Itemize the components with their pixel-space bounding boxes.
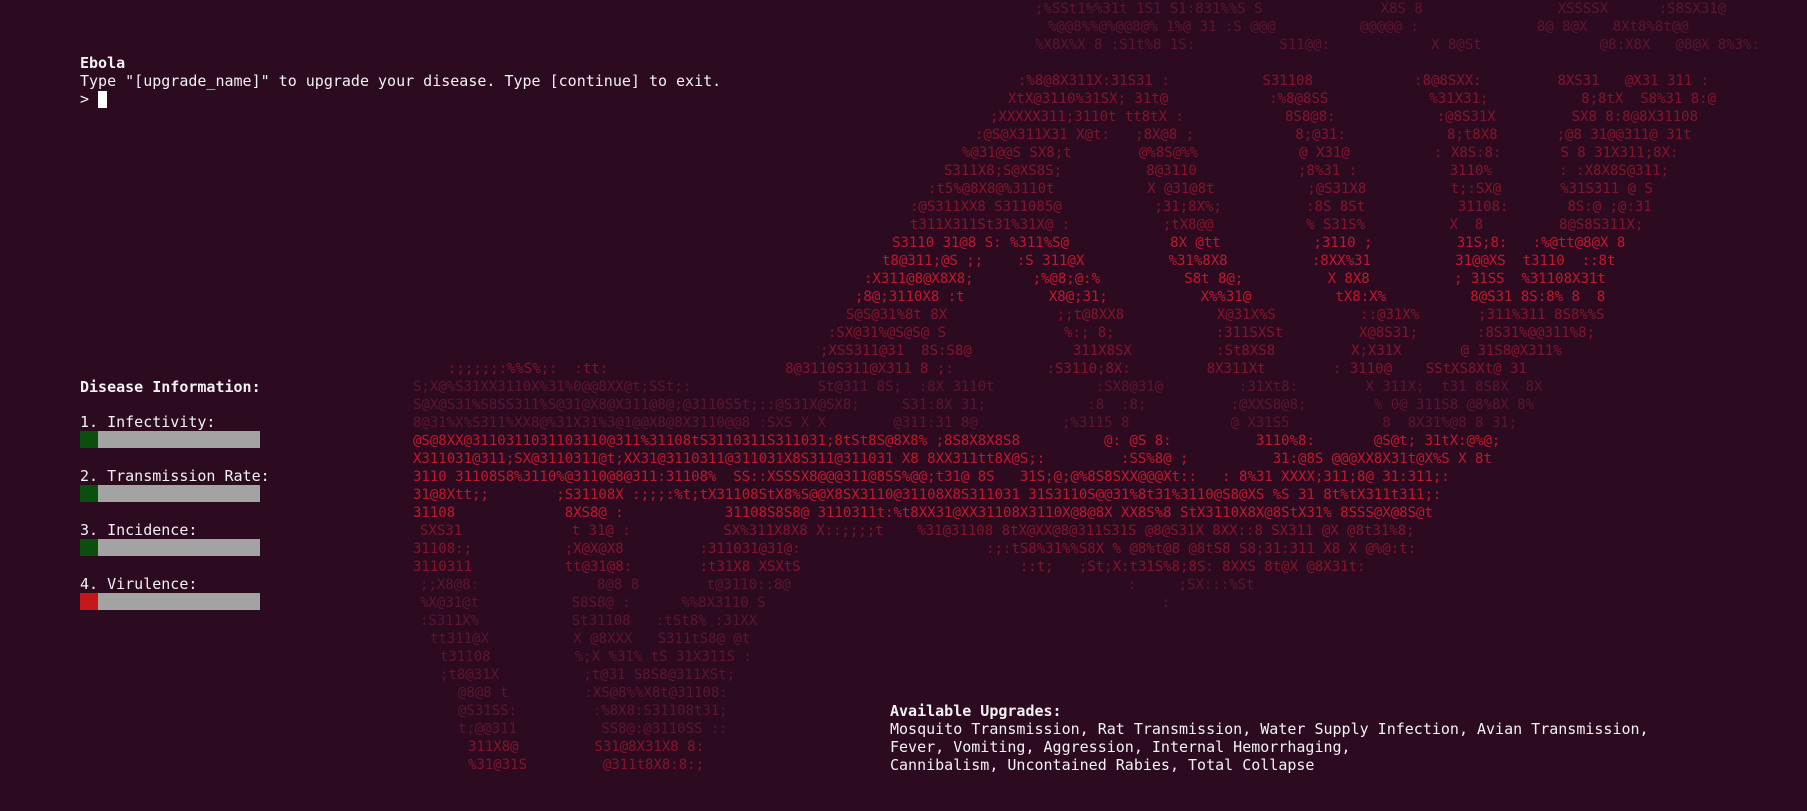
terminal-window: ;%SSt1%%31t 1S1 S1:831%%S S X8S 8 XSSSSX…	[0, 0, 1807, 811]
text-cursor[interactable]	[98, 90, 108, 108]
terminal-header: Ebola Type "[upgrade_name]" to upgrade y…	[80, 54, 721, 108]
progress-fill	[80, 431, 98, 448]
instruction-text: Type "[upgrade_name]" to upgrade your di…	[80, 72, 722, 90]
progress-fill	[80, 593, 98, 610]
upgrades-heading: Available Upgrades:	[890, 702, 1062, 720]
virulence-progress-bar	[80, 593, 260, 610]
progress-fill	[80, 485, 98, 502]
stat-transmission-rate: 2. Transmission Rate:	[80, 467, 270, 502]
ascii-world-map: ;%SSt1%%31t 1S1 S1:831%%S S X8S 8 XSSSSX…	[413, 1, 1760, 773]
stat-label: 3. Incidence:	[80, 521, 198, 539]
available-upgrades-panel: Available Upgrades: Mosquito Transmissio…	[890, 702, 1649, 774]
command-prompt[interactable]: >	[80, 90, 721, 108]
disease-info-heading: Disease Information:	[80, 378, 261, 396]
upgrades-list-line: Fever, Vomiting, Aggression, Internal He…	[890, 738, 1351, 756]
stat-infectivity: 1. Infectivity:	[80, 413, 270, 448]
disease-information-panel: Disease Information: 1. Infectivity: 2. …	[80, 378, 270, 629]
stat-label: 4. Virulence:	[80, 575, 198, 593]
disease-name: Ebola	[80, 54, 126, 72]
stat-virulence: 4. Virulence:	[80, 575, 270, 610]
stat-label: 1. Infectivity:	[80, 413, 216, 431]
progress-fill	[80, 539, 98, 556]
incidence-progress-bar	[80, 539, 260, 556]
upgrades-list-line: Cannibalism, Uncontained Rabies, Total C…	[890, 756, 1315, 774]
prompt-symbol: >	[80, 90, 90, 108]
transmission-rate-progress-bar	[80, 485, 260, 502]
infectivity-progress-bar	[80, 431, 260, 448]
stat-incidence: 3. Incidence:	[80, 521, 270, 556]
stat-label: 2. Transmission Rate:	[80, 467, 270, 485]
upgrades-list-line: Mosquito Transmission, Rat Transmission,…	[890, 720, 1649, 738]
